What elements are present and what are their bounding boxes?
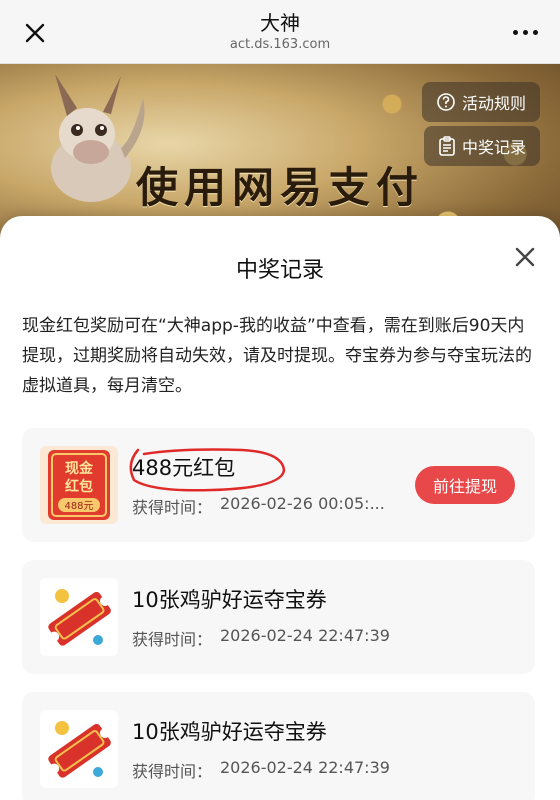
record-card: 10张鸡驴好运夺宝券 获得时间： 2026-02-24 22:47:39 <box>22 692 535 800</box>
reward-notice: 现金红包奖励可在“大神app-我的收益”中查看，需在到账后90天内提现，过期奖励… <box>22 316 532 396</box>
thumb-amount: 488元 <box>64 501 93 512</box>
browser-topbar: 大神 act.ds.163.com <box>0 0 560 64</box>
winning-records-label: 中奖记录 <box>461 138 526 157</box>
question-icon <box>437 93 455 111</box>
record-time-label: 获得时间： <box>132 498 213 517</box>
withdraw-button[interactable]: 前往提现 <box>414 466 515 504</box>
record-time-label: 获得时间： <box>132 630 213 649</box>
ticket-thumbnail <box>40 710 118 788</box>
more-icon[interactable] <box>510 22 540 42</box>
activity-rules-button[interactable]: 活动规则 <box>421 82 540 122</box>
modal-close-icon[interactable] <box>512 244 538 270</box>
record-time: 2026-02-26 00:05:... <box>220 494 385 513</box>
record-time-label: 获得时间： <box>132 762 213 781</box>
modal-title: 中奖记录 <box>235 258 324 283</box>
records-modal: 中奖记录 现金红包奖励可在“大神app-我的收益”中查看，需在到账后90天内提现… <box>0 216 560 800</box>
page-title: 大神 <box>260 11 300 35</box>
ticket-thumbnail <box>40 578 118 656</box>
record-name: 10张鸡驴好运夺宝券 <box>132 588 327 612</box>
record-card: 10张鸡驴好运夺宝券 获得时间： 2026-02-24 22:47:39 <box>22 560 535 674</box>
record-time: 2026-02-24 22:47:39 <box>220 758 390 777</box>
activity-rules-label: 活动规则 <box>461 94 526 113</box>
red-packet-thumbnail: 现金 红包 488元 <box>40 446 118 524</box>
thumb-text-mid: 红包 <box>65 478 93 495</box>
red-circle-annotation <box>129 448 286 492</box>
record-name: 10张鸡驴好运夺宝券 <box>132 720 327 744</box>
record-time: 2026-02-24 22:47:39 <box>220 626 390 645</box>
page-url: act.ds.163.com <box>229 37 331 52</box>
clipboard-icon <box>439 136 455 156</box>
banner-headline: 使用网易支付 <box>136 163 425 212</box>
record-card: 现金 红包 488元 488元 红包 获得时间： 2026-02-26 00:05… <box>22 428 535 542</box>
winning-records-button[interactable]: 中奖记录 <box>423 126 540 166</box>
thumb-text-top: 现金 <box>65 460 94 477</box>
page-title-block: 大神 act.ds.163.com <box>0 10 560 54</box>
